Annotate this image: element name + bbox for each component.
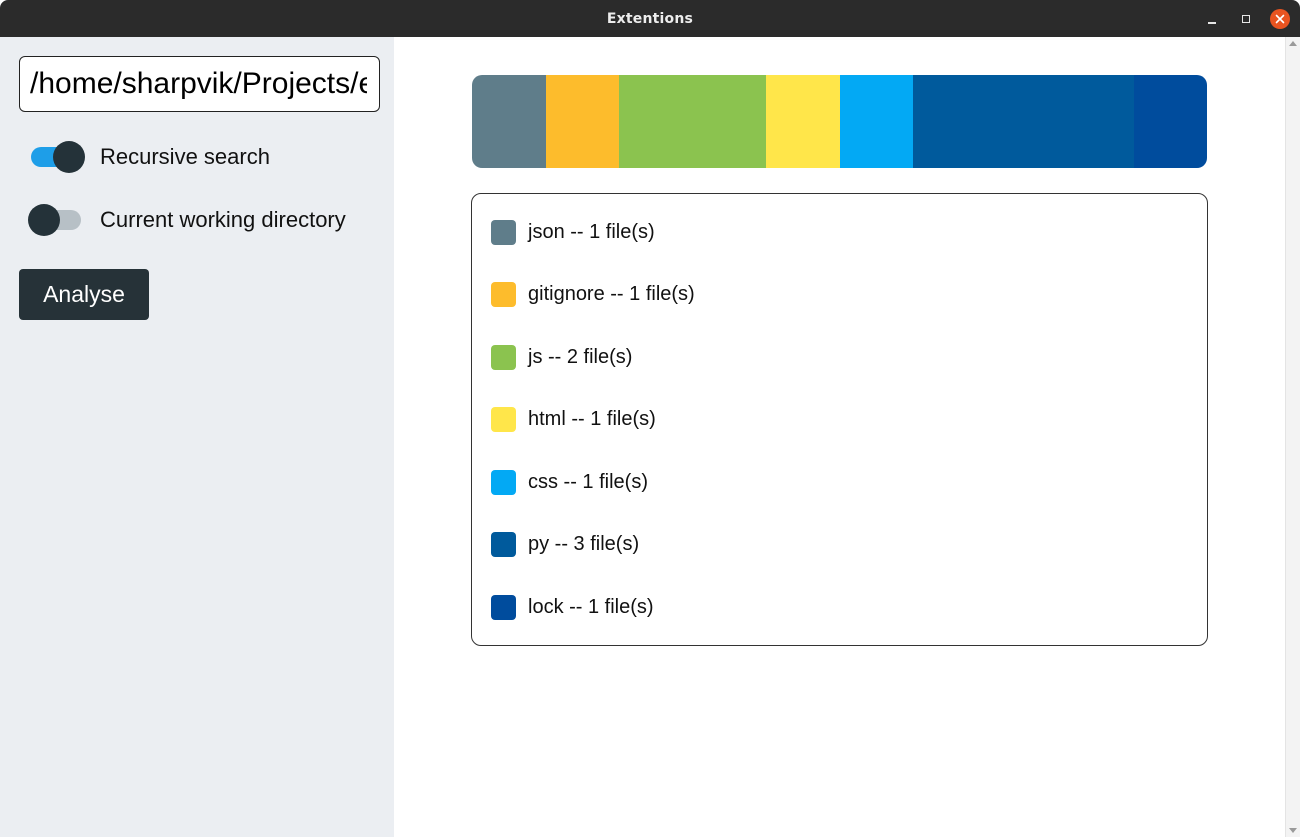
bar-segment-js bbox=[619, 75, 766, 168]
bar-segment-py bbox=[913, 75, 1134, 168]
legend-label: json -- 1 file(s) bbox=[528, 220, 655, 243]
recursive-search-toggle[interactable] bbox=[26, 141, 86, 173]
legend-item-py: py -- 3 file(s) bbox=[491, 532, 639, 558]
legend-item-lock: lock -- 1 file(s) bbox=[491, 594, 654, 620]
bar-segment-css bbox=[839, 75, 913, 168]
bar-segment-html bbox=[766, 75, 840, 168]
bar-segment-gitignore bbox=[545, 75, 619, 168]
legend-label: gitignore -- 1 file(s) bbox=[528, 283, 695, 305]
toggle-knob bbox=[53, 141, 85, 173]
analyse-button[interactable]: Analyse bbox=[19, 269, 149, 320]
directory-path-input[interactable] bbox=[19, 56, 380, 112]
extension-legend: json -- 1 file(s) gitignore -- 1 file(s) j… bbox=[471, 193, 1208, 646]
legend-label: css -- 1 file(s) bbox=[528, 470, 648, 493]
legend-label: js -- 2 file(s) bbox=[528, 345, 633, 368]
current-working-directory-row: Current working directory bbox=[26, 200, 346, 240]
vertical-scrollbar[interactable] bbox=[1285, 37, 1300, 837]
legend-item-css: css -- 1 file(s) bbox=[491, 469, 648, 495]
scroll-up-arrow-icon[interactable] bbox=[1289, 41, 1297, 46]
bar-segment-json bbox=[472, 75, 546, 168]
legend-item-html: html -- 1 file(s) bbox=[491, 407, 656, 433]
legend-item-js: js -- 2 file(s) bbox=[491, 344, 632, 370]
legend-swatch bbox=[491, 282, 516, 307]
maximize-icon[interactable] bbox=[1236, 9, 1256, 29]
legend-swatch bbox=[491, 344, 516, 370]
toggle-knob bbox=[28, 204, 60, 236]
recursive-search-row: Recursive search bbox=[26, 137, 270, 177]
minimize-icon[interactable] bbox=[1202, 9, 1222, 29]
legend-label: lock -- 1 file(s) bbox=[528, 595, 654, 618]
window-title: Extentions bbox=[606, 10, 694, 27]
legend-swatch bbox=[491, 219, 516, 245]
legend-item-json: json -- 1 file(s) bbox=[491, 219, 655, 245]
legend-swatch bbox=[491, 532, 516, 557]
scroll-down-arrow-icon[interactable] bbox=[1289, 828, 1297, 833]
legend-swatch bbox=[491, 407, 516, 432]
legend-swatch bbox=[491, 594, 516, 620]
current-working-directory-label: Current working directory bbox=[100, 207, 346, 232]
close-icon[interactable] bbox=[1270, 9, 1290, 29]
legend-item-gitignore: gitignore -- 1 file(s) bbox=[491, 282, 695, 308]
extension-proportion-bar bbox=[472, 75, 1207, 168]
window-titlebar: Extentions bbox=[0, 0, 1300, 37]
sidebar: Recursive search Current working directo… bbox=[0, 37, 394, 837]
legend-label: html -- 1 file(s) bbox=[528, 408, 656, 430]
recursive-search-label: Recursive search bbox=[100, 144, 270, 169]
bar-segment-lock bbox=[1133, 75, 1207, 168]
main-panel: json -- 1 file(s) gitignore -- 1 file(s) j… bbox=[394, 37, 1285, 837]
legend-label: py -- 3 file(s) bbox=[528, 533, 640, 555]
legend-swatch bbox=[491, 469, 516, 495]
current-working-directory-toggle[interactable] bbox=[26, 204, 86, 236]
